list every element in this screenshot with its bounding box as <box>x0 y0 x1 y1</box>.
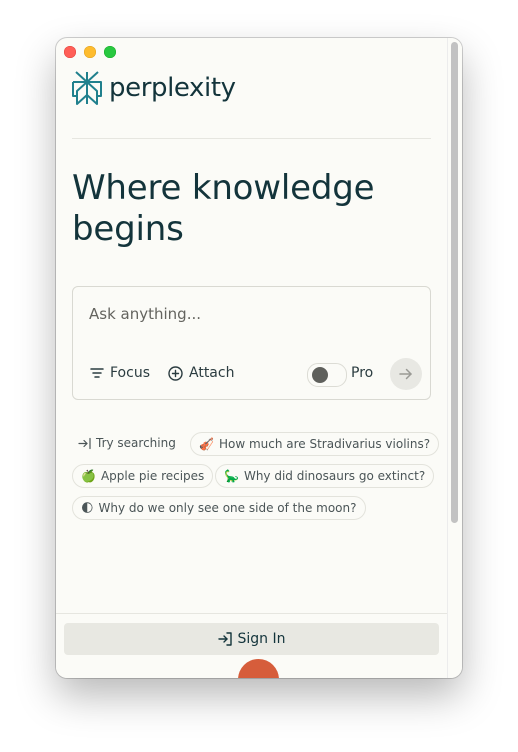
perplexity-logo-icon <box>72 71 102 105</box>
window-minimize-button[interactable] <box>84 46 96 58</box>
footer: Sign In <box>56 613 447 678</box>
pro-toggle[interactable] <box>307 363 347 387</box>
window-close-button[interactable] <box>64 46 76 58</box>
suggestion-chip-moon[interactable]: 🌓 Why do we only see one side of the moo… <box>72 496 366 520</box>
dinosaur-icon: 🦕 <box>224 469 239 483</box>
submit-button[interactable] <box>390 358 422 390</box>
search-input[interactable] <box>89 305 409 323</box>
sign-in-label: Sign In <box>237 631 286 647</box>
suggestion-chip-label: Why did dinosaurs go extinct? <box>243 469 426 483</box>
window-maximize-button[interactable] <box>104 46 116 58</box>
pro-toggle-knob <box>312 367 328 383</box>
violin-icon: 🎻 <box>199 437 214 451</box>
try-searching-text: Try searching <box>96 436 176 450</box>
focus-label: Focus <box>110 365 150 381</box>
focus-icon <box>90 368 104 378</box>
apple-icon: 🍏 <box>81 469 96 483</box>
brand-logo[interactable]: perplexity <box>71 69 236 107</box>
try-searching-label: Try searching <box>78 436 176 450</box>
attach-label: Attach <box>189 365 235 381</box>
floating-action-button[interactable] <box>238 659 279 678</box>
suggestion-chip-label: How much are Stradivarius violins? <box>218 437 431 451</box>
suggestion-chip-label: Why do we only see one side of the moon? <box>98 501 357 515</box>
attach-icon <box>168 365 183 381</box>
sign-in-button[interactable]: Sign In <box>64 623 439 655</box>
page-headline: Where knowledge begins <box>72 168 375 249</box>
app-window: perplexity Where knowledge begins Focus … <box>56 38 462 678</box>
header-divider <box>72 138 431 139</box>
arrow-right-icon <box>399 368 412 380</box>
suggestion-chip-apple-pie[interactable]: 🍏 Apple pie recipes <box>72 464 214 488</box>
focus-button[interactable]: Focus <box>90 365 150 381</box>
suggestion-chip-dinosaurs[interactable]: 🦕 Why did dinosaurs go extinct? <box>215 464 435 488</box>
pro-label: Pro <box>351 365 374 381</box>
sign-in-icon <box>217 632 232 646</box>
attach-button[interactable]: Attach <box>168 365 234 381</box>
suggestion-chip-stradivarius[interactable]: 🎻 How much are Stradivarius violins? <box>190 432 440 456</box>
brand-name: perplexity <box>109 73 236 103</box>
scrollbar-thumb[interactable] <box>451 42 458 523</box>
suggestion-chip-label: Apple pie recipes <box>100 469 205 483</box>
search-box: Focus Attach Pro <box>72 286 431 400</box>
try-searching-icon <box>78 437 91 449</box>
moon-icon: 🌓 <box>81 501 94 515</box>
